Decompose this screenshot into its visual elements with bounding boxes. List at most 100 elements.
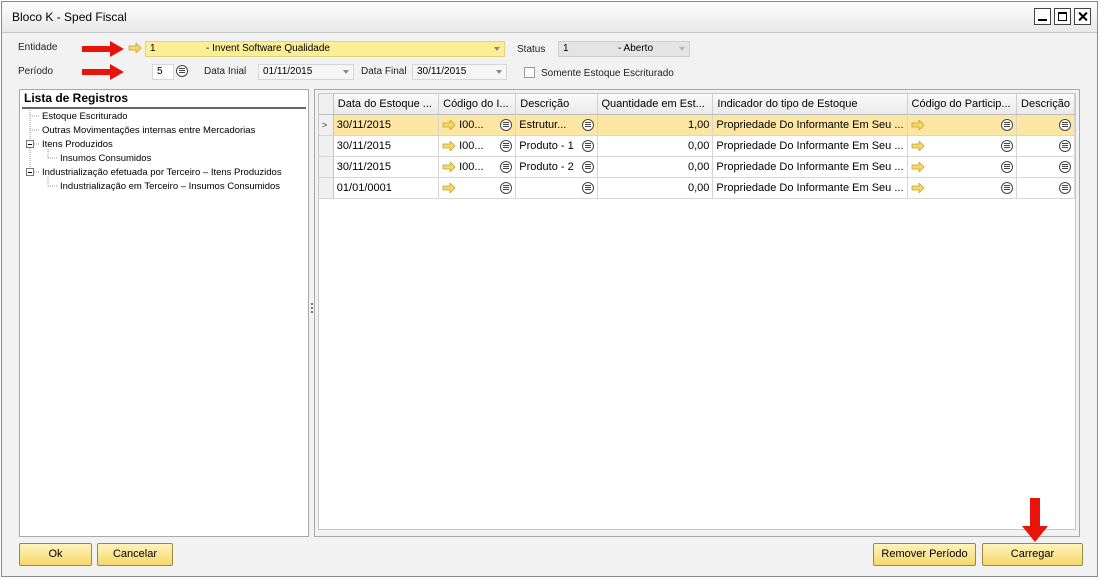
column-header-descricao[interactable]: Descrição	[515, 94, 598, 115]
minimize-button[interactable]	[1034, 8, 1051, 25]
link-arrow-icon[interactable]	[442, 120, 456, 130]
cell-data-estoque[interactable]: 30/11/2015	[333, 114, 440, 136]
list-picker-icon[interactable]	[1059, 119, 1071, 131]
cancelar-button[interactable]: Cancelar	[97, 543, 173, 566]
table-row[interactable]: 30/11/2015 I00... Produto - 1 0,00 Proprieda…	[319, 135, 1075, 157]
cell-quantidade[interactable]: 0,00	[597, 156, 714, 178]
column-header-codigo-item[interactable]: Código do I...	[438, 94, 517, 115]
entidade-field[interactable]: 1 - Invent Software Qualidade	[145, 41, 505, 57]
list-picker-icon[interactable]	[500, 140, 513, 152]
cell-quantidade[interactable]: 0,00	[597, 177, 714, 199]
list-picker-icon[interactable]	[581, 161, 594, 173]
column-header-quantidade[interactable]: Quantidade em Est...	[597, 94, 714, 115]
cell-indicador-tipo[interactable]: Propriedade Do Informante Em Seu ...	[712, 135, 908, 157]
remover-periodo-button[interactable]: Remover Período	[873, 543, 976, 566]
link-arrow-icon[interactable]	[128, 43, 142, 53]
data-final-field[interactable]: 30/11/2015	[412, 64, 507, 80]
maximize-button[interactable]	[1054, 8, 1071, 25]
tree-item-estoque-escriturado[interactable]: Estoque Escriturado	[42, 111, 128, 122]
list-picker-icon[interactable]	[176, 65, 188, 77]
cell-descricao-participante[interactable]	[1016, 177, 1075, 199]
cell-text: 0,00	[687, 140, 710, 152]
list-picker-icon[interactable]	[500, 161, 513, 173]
cell-codigo-item[interactable]: I00...	[438, 114, 517, 136]
list-picker-icon[interactable]	[1059, 161, 1071, 173]
data-inicial-field[interactable]: 01/11/2015	[258, 64, 354, 80]
list-picker-icon[interactable]	[500, 182, 513, 194]
tree-item-industrializacao-terceiro-itens[interactable]: Industrialização efetuada por Terceiro –…	[42, 167, 282, 178]
tree-item-insumos-consumidos[interactable]: Insumos Consumidos	[60, 153, 151, 164]
entidade-value: - Invent Software Qualidade	[206, 43, 330, 54]
row-selector[interactable]	[319, 177, 334, 199]
cell-data-estoque[interactable]: 30/11/2015	[333, 156, 440, 178]
ok-button[interactable]: Ok	[19, 543, 92, 566]
cell-data-estoque[interactable]: 01/01/0001	[333, 177, 440, 199]
cell-indicador-tipo[interactable]: Propriedade Do Informante Em Seu ...	[712, 177, 908, 199]
red-annotation-arrow-icon	[82, 64, 124, 80]
cell-descricao[interactable]: Estrutur...	[515, 114, 598, 136]
tree-item-outras-movimentacoes[interactable]: Outras Movimentações internas entre Merc…	[42, 125, 255, 136]
cell-text: I00...	[459, 140, 484, 152]
list-picker-icon[interactable]	[1001, 161, 1014, 173]
table-row[interactable]: 30/11/2015 I00... Produto - 2 0,00 Proprieda…	[319, 156, 1075, 178]
cell-indicador-tipo[interactable]: Propriedade Do Informante Em Seu ...	[712, 114, 908, 136]
cell-descricao[interactable]	[515, 177, 598, 199]
cell-codigo-participante[interactable]	[907, 114, 1018, 136]
list-picker-icon[interactable]	[500, 119, 513, 131]
column-header-codigo-participante[interactable]: Código do Particip...	[907, 94, 1018, 115]
cell-text: I00...	[459, 161, 484, 173]
cell-descricao[interactable]: Produto - 2	[515, 156, 598, 178]
cell-codigo-participante[interactable]	[907, 135, 1018, 157]
cell-codigo-item[interactable]	[438, 177, 517, 199]
list-picker-icon[interactable]	[1001, 182, 1014, 194]
list-picker-icon[interactable]	[1001, 140, 1014, 152]
link-arrow-icon[interactable]	[911, 183, 925, 193]
grid-body: >30/11/2015 I00... Estrutur... 1,00 Propried…	[319, 114, 1075, 199]
cell-quantidade[interactable]: 1,00	[597, 114, 714, 136]
table-row[interactable]: 01/01/0001 0,00 Propriedade Do Informante …	[319, 177, 1075, 199]
cell-indicador-tipo[interactable]: Propriedade Do Informante Em Seu ...	[712, 156, 908, 178]
cell-descricao-participante[interactable]	[1016, 135, 1075, 157]
window-controls	[1034, 8, 1091, 25]
list-picker-icon[interactable]	[581, 140, 594, 152]
link-arrow-icon[interactable]	[442, 162, 456, 172]
registros-grid: Data do Estoque ... Código do I... Descr…	[318, 93, 1076, 530]
row-selector[interactable]: >	[319, 114, 334, 136]
cell-codigo-item[interactable]: I00...	[438, 156, 517, 178]
tree-item-industrializacao-terceiro-insumos[interactable]: Industrialização em Terceiro – Insumos C…	[60, 181, 280, 192]
link-arrow-icon[interactable]	[442, 183, 456, 193]
cell-descricao-participante[interactable]	[1016, 114, 1075, 136]
close-button[interactable]	[1074, 8, 1091, 25]
collapse-icon[interactable]	[26, 168, 34, 176]
list-picker-icon[interactable]	[1001, 119, 1014, 131]
tree-item-itens-produzidos[interactable]: Itens Produzidos	[42, 139, 113, 150]
column-header-data-estoque[interactable]: Data do Estoque ...	[333, 94, 440, 115]
row-selector[interactable]	[319, 135, 334, 157]
column-header-indicador-tipo[interactable]: Indicador do tipo de Estoque	[712, 94, 908, 115]
list-picker-icon[interactable]	[581, 182, 594, 194]
periodo-field[interactable]: 5	[152, 64, 174, 80]
list-picker-icon[interactable]	[1059, 182, 1071, 194]
list-picker-icon[interactable]	[581, 119, 594, 131]
cell-codigo-item[interactable]: I00...	[438, 135, 517, 157]
cell-quantidade[interactable]: 0,00	[597, 135, 714, 157]
cell-codigo-participante[interactable]	[907, 177, 1018, 199]
list-picker-icon[interactable]	[1059, 140, 1071, 152]
window-title: Bloco K - Sped Fiscal	[12, 10, 127, 24]
link-arrow-icon[interactable]	[911, 162, 925, 172]
link-arrow-icon[interactable]	[911, 120, 925, 130]
column-header-descricao-participante[interactable]: Descrição	[1016, 94, 1075, 115]
row-selector[interactable]	[319, 156, 334, 178]
carregar-button[interactable]: Carregar	[982, 543, 1083, 566]
status-field[interactable]: 1 - Aberto	[558, 41, 690, 57]
cell-descricao[interactable]: Produto - 1	[515, 135, 598, 157]
somente-escriturado-checkbox[interactable]	[524, 67, 535, 78]
cell-codigo-participante[interactable]	[907, 156, 1018, 178]
link-arrow-icon[interactable]	[911, 141, 925, 151]
link-arrow-icon[interactable]	[442, 141, 456, 151]
cell-data-estoque[interactable]: 30/11/2015	[333, 135, 440, 157]
table-row[interactable]: >30/11/2015 I00... Estrutur... 1,00 Propried…	[319, 114, 1075, 136]
cell-text: Propriedade Do Informante Em Seu ...	[716, 182, 904, 194]
cell-descricao-participante[interactable]	[1016, 156, 1075, 178]
collapse-icon[interactable]	[26, 140, 34, 148]
